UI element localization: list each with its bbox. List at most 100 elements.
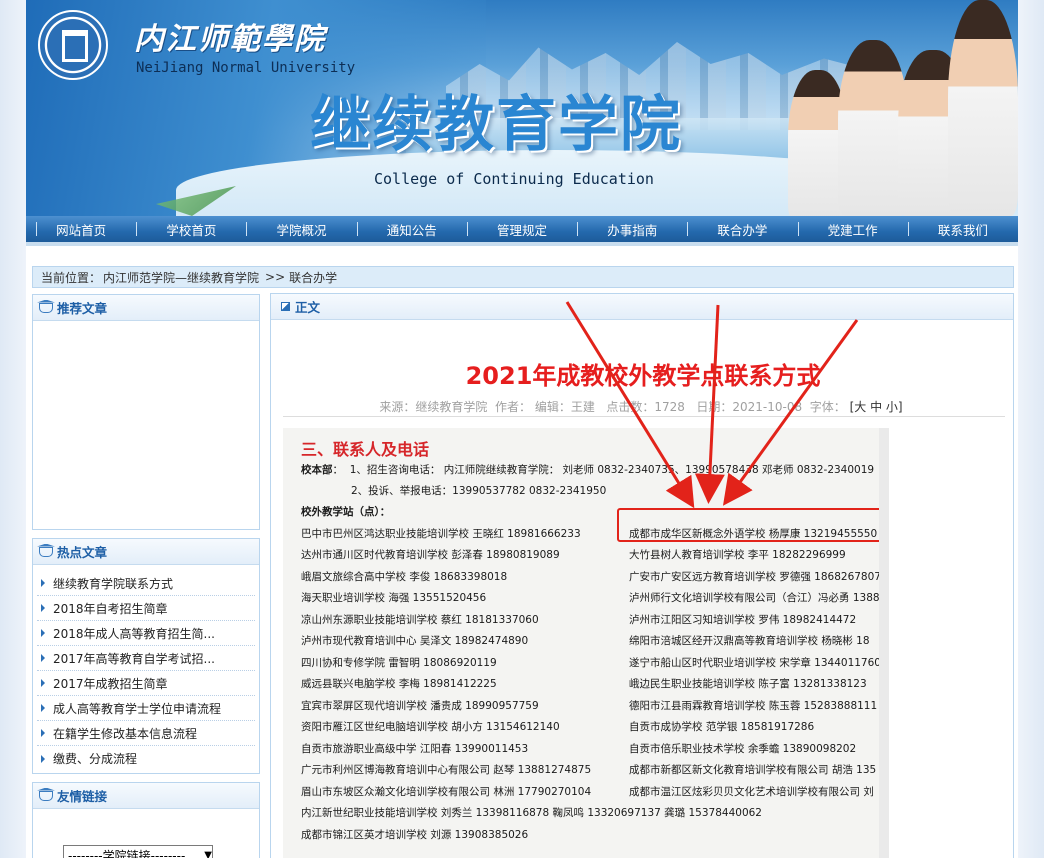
nav-guide[interactable]: 办事指南 [577,220,687,239]
article-panel-header: 正文 [271,294,1013,320]
doc-left-row: 峨眉文旅综合高中学校 李俊 18683398018 [301,571,508,583]
page-wrapper: 内江师範學院 NeiJiang Normal University 继续教育学院… [26,0,1018,858]
triangle-bullet-icon [41,654,45,662]
graduation-cap-icon [39,546,53,557]
article-meta: 来源：继续教育学院 作者： 编辑：王建 点击数：1728 日期：2021-10-… [271,398,1011,415]
doc-right-row: 自贡市倍乐职业技术学校 余季蟾 13890098202 [629,743,857,755]
school-name-cn: 内江师範學院 [134,22,326,57]
article-title: 2021年成教校外教学点联系方式 [465,362,821,390]
breadcrumb-current[interactable]: 联合办学 [289,269,337,286]
triangle-bullet-icon [41,679,45,687]
list-item[interactable]: 成人高等教育学士学位申请流程 [37,696,255,721]
nav-party[interactable]: 党建工作 [797,220,908,239]
article-section-title: 正文 [295,300,321,315]
meta-divider [283,416,1005,417]
doc-right-row: 泸州市江阳区习知培训学校 罗伟 18982414472 [629,614,857,626]
doc-right-row: 自贡市成协学校 范学银 18581917286 [629,721,815,733]
doc-right-row: 绵阳市涪城区经开汉鼎高等教育培训学校 杨晓彬 18 [629,635,870,647]
main-nav: 网站首页 学校首页 学院概况 通知公告 管理规定 办事指南 联合办学 党建工作 … [26,216,1018,246]
document-icon [281,302,290,311]
hot-articles-header: 热点文章 [33,539,259,565]
meta-source: 来源：继续教育学院 [379,400,488,414]
doc-left-row: 自贡市旅游职业高级中学 江阳春 13990011453 [301,743,529,755]
highlight-box [617,508,879,542]
doc-right-row: 成都市温江区炫彩贝贝文化艺术培训学校有限公司 刘 [629,786,874,798]
doc-right-row: 大竹县树人教育培训学校 李平 18282296999 [629,549,846,561]
doc-left-row: 海天职业培训学校 海强 13551520456 [301,592,487,604]
list-item[interactable]: 继续教育学院联系方式 [37,571,255,596]
friend-links-panel: 友情链接 --------学院链接-------- ▼ [32,782,260,858]
nav-regulations[interactable]: 管理规定 [466,220,577,239]
triangle-bullet-icon [41,729,45,737]
triangle-bullet-icon [41,604,45,612]
nav-home[interactable]: 网站首页 [26,220,136,239]
college-name-cn: 继续教育学院 [310,90,682,160]
doc-left-row: 巴中市巴州区鸿达职业技能培训学校 王晓红 18981666233 [301,528,581,540]
list-item[interactable]: 缴费、分成流程 [37,746,255,771]
triangle-bullet-icon [41,754,45,763]
font-size-switch[interactable]: [大 中 小] [850,400,903,414]
friend-links-header: 友情链接 [33,783,259,809]
doc-section-title: 三、联系人及电话 [301,440,430,459]
doc-hq-label: 校本部 [301,464,333,476]
doc-left-row: 四川协和专修学院 雷智明 18086920119 [301,657,497,669]
list-item[interactable]: 在籍学生修改基本信息流程 [37,721,255,746]
doc-right-row: 成都市新都区新文化教育培训学校有限公司 胡浩 135 [629,764,877,776]
list-item[interactable]: 2018年自考招生简章 [37,596,255,621]
breadcrumb-label: 当前位置： [41,270,102,285]
doc-right-row: 泸州师行文化培训学校有限公司（合江）冯必勇 13882 [629,592,887,604]
breadcrumb-separator: >> [265,270,286,284]
nav-overview[interactable]: 学院概况 [246,220,356,239]
hot-articles-title: 热点文章 [57,545,108,560]
triangle-bullet-icon [41,704,45,712]
doc-left-row: 泸州市现代教育培训中心 吴泽文 18982474890 [301,635,529,647]
nav-school-home[interactable]: 学校首页 [136,220,246,239]
list-item[interactable]: 2017年高等教育自学考试招... [37,646,255,671]
doc-right-row: 遂宁市船山区时代职业培训学校 宋学章 13440117600 [629,657,888,669]
recommend-header: 推荐文章 [33,295,259,321]
list-item[interactable]: 2017年成教招生简章 [37,671,255,696]
meta-editor: 编辑：王建 [534,400,595,414]
doc-stations-label: 校外教学站（点）： [301,506,391,518]
triangle-bullet-icon [41,629,45,637]
school-name-en: NeiJiang Normal University [136,60,356,76]
graduation-cap-icon [39,302,53,313]
nav-contact[interactable]: 联系我们 [907,220,1018,239]
meta-date: 日期：2021-10-08 [696,400,803,414]
college-name-en: College of Continuing Education [374,170,654,188]
doc-left-row: 内江新世纪职业技能培训学校 刘秀兰 13398116878 鞠凤鸣 133206… [301,807,762,819]
meta-clicks: 点击数：1728 [606,400,685,414]
doc-left-row: 广元市利州区博海教育培训中心有限公司 赵琴 13881274875 [301,764,592,776]
recommend-panel: 推荐文章 [32,294,260,530]
list-item[interactable]: 2018年成人高等教育招生简... [37,621,255,646]
doc-left-row: 威远县联兴电脑学校 李梅 18981412225 [301,678,497,690]
doc-left-row: 达州市通川区时代教育培训学校 彭泽春 18980819089 [301,549,560,561]
doc-right-row: 广安市广安区远方教育培训学校 罗德强 18682678075 [629,571,888,583]
doc-hq-line1: 1、招生咨询电话： 内江师院继续教育学院： 刘老师 0832-2340735、1… [349,464,875,476]
meta-font-label: 字体： [809,400,846,414]
graduation-cap-icon [39,790,53,801]
doc-left-row: 成都市锦江区英才培训学校 刘源 13908385026 [301,829,529,841]
friend-links-title: 友情链接 [57,789,108,804]
meta-author: 作者： [495,400,532,414]
hot-articles-list: 继续教育学院联系方式 2018年自考招生简章 2018年成人高等教育招生简...… [33,565,259,771]
doc-left-row: 眉山市东坡区众瀚文化培训学校有限公司 林洲 17790270104 [301,786,592,798]
doc-left-row: 资阳市雁江区世纪电脑培训学校 胡小方 13154612140 [301,721,560,733]
university-seal-logo[interactable] [38,10,108,80]
banner-students-photo [778,0,1018,216]
doc-right-row: 峨边民生职业技能培训学校 陈子富 13281338123 [629,678,867,690]
doc-right-row: 德阳市江县雨霖教育培训学校 陈玉蓉 15283888111 [629,700,878,712]
nav-joint-school[interactable]: 联合办学 [687,220,797,239]
chevron-down-icon: ▼ [204,849,212,858]
header-banner: 内江师範學院 NeiJiang Normal University 继续教育学院… [26,0,1018,216]
college-links-select[interactable]: --------学院链接-------- ▼ [63,845,213,858]
article-panel: 正文 2021年成教校外教学点联系方式 来源：继续教育学院 作者： 编辑：王建 … [270,293,1014,858]
breadcrumb-home-link[interactable]: 内江师范学院—继续教育学院 [103,269,259,286]
doc-hq-line2: 2、投诉、举报电话：13990537782 0832-2341950 [351,485,607,497]
triangle-bullet-icon [41,579,45,587]
college-links-select-value: --------学院链接-------- [68,848,186,858]
doc-left-row: 宜宾市翠屏区现代培训学校 潘贵成 18990957759 [301,700,539,712]
scanned-document-image: 三、联系人及电话 校本部： 1、招生咨询电话： 内江师院继续教育学院： 刘老师 … [283,428,889,858]
hot-articles-panel: 热点文章 继续教育学院联系方式 2018年自考招生简章 2018年成人高等教育招… [32,538,260,774]
nav-notices[interactable]: 通知公告 [356,220,467,239]
